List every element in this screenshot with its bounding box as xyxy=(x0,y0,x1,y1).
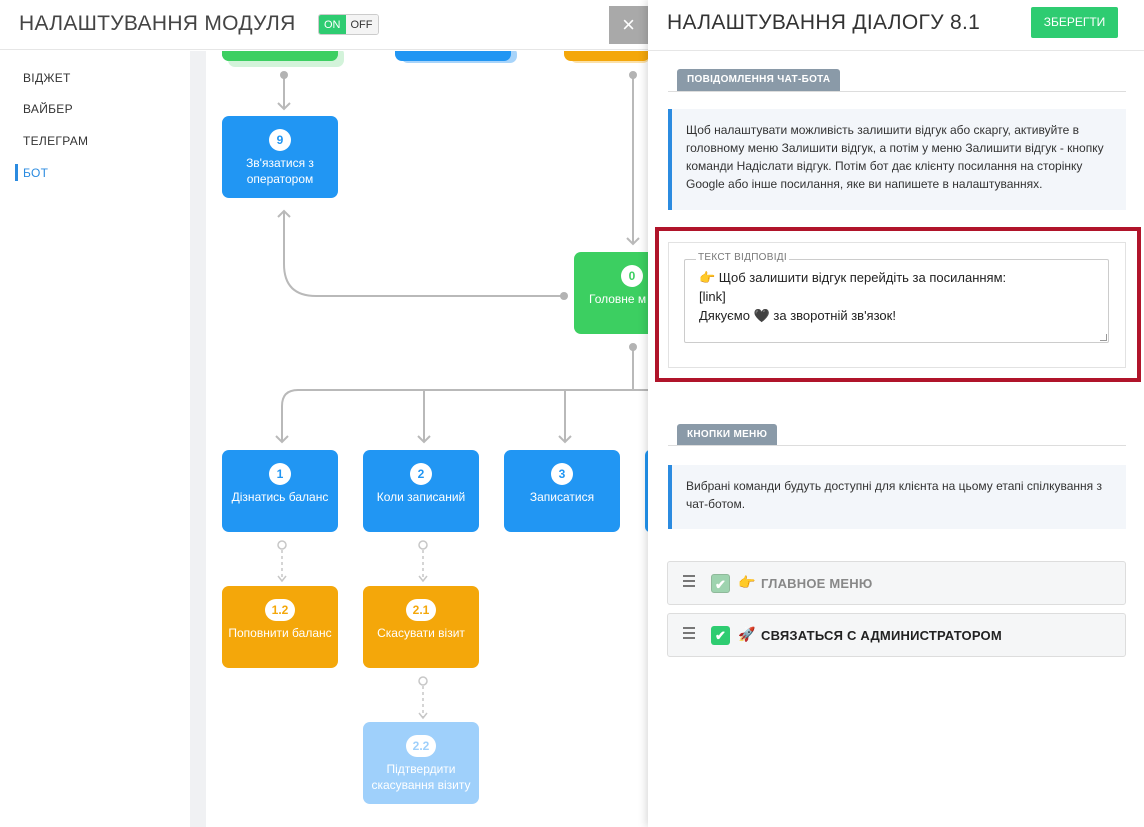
node-number: 2.1 xyxy=(406,599,436,621)
close-icon[interactable]: × xyxy=(609,6,648,44)
section-tab-message: ПОВІДОМЛЕННЯ ЧАТ-БОТА xyxy=(677,69,841,91)
reply-textarea[interactable]: 👉 Щоб залишити відгук перейдіть за посил… xyxy=(684,259,1109,343)
node-number: 9 xyxy=(269,129,291,151)
app-header: НАЛАШТУВАННЯ МОДУЛЯ ON OFF xyxy=(0,0,648,50)
node-label: Дізнатись баланс xyxy=(231,490,329,504)
info-box-message: Щоб налаштувати можливість залишити відг… xyxy=(668,109,1126,210)
checkbox-icon[interactable]: ✔ xyxy=(711,574,730,593)
node-label: Головне м xyxy=(589,292,647,306)
sidebar-active-indicator xyxy=(15,164,18,181)
save-button[interactable]: ЗБЕРЕГТИ xyxy=(1031,7,1118,38)
node-label: Скасувати візит xyxy=(377,626,465,640)
flow-node-2-2[interactable]: 2.2 Підтвердити скасування візиту xyxy=(363,722,485,810)
info-box-menu: Вибрані команди будуть доступні для кліє… xyxy=(668,465,1126,529)
menu-item-label: СВЯЗАТЬСЯ С АДМИНИСТРАТОРОМ xyxy=(761,628,1002,643)
resize-handle-icon[interactable] xyxy=(1100,334,1107,341)
node-number: 0 xyxy=(621,265,643,287)
node-label: Поповнити баланс xyxy=(228,626,332,640)
reply-line: Дякуємо 🖤 за зворотній зв'язок! xyxy=(699,308,896,323)
reply-line: [link] xyxy=(699,289,726,304)
flow-node-2[interactable]: 2 Коли записаний xyxy=(363,450,485,538)
node-label: Коли записаний xyxy=(376,490,466,504)
flow-node-1[interactable]: 1 Дізнатись баланс xyxy=(222,450,344,538)
drag-handle-icon[interactable] xyxy=(683,575,695,589)
divider xyxy=(648,50,1144,51)
node-label: Підтвердити скасування візиту xyxy=(371,762,471,792)
flow-node-9[interactable]: 9 Зв'язатися з оператором xyxy=(222,116,344,204)
dialog-settings-panel: НАЛАШТУВАННЯ ДІАЛОГУ 8.1 ЗБЕРЕГТИ ПОВІДО… xyxy=(648,0,1144,827)
node-number: 2 xyxy=(410,463,432,485)
page-title: НАЛАШТУВАННЯ МОДУЛЯ xyxy=(19,12,296,35)
node-number: 1.2 xyxy=(265,599,295,621)
section-tab-menu: КНОПКИ МЕНЮ xyxy=(677,424,778,446)
divider xyxy=(668,91,1126,92)
node-label: Записатися xyxy=(529,490,595,504)
node-number: 2.2 xyxy=(406,735,436,757)
divider xyxy=(668,445,1126,446)
panel-title: НАЛАШТУВАННЯ ДІАЛОГУ 8.1 xyxy=(667,11,981,34)
reply-legend: ТЕКСТ ВІДПОВІДІ xyxy=(696,252,789,263)
toggle-off[interactable]: OFF xyxy=(345,15,378,34)
menu-item-main[interactable]: ✔ 👉 ГЛАВНОЕ МЕНЮ xyxy=(667,561,1126,605)
drag-handle-icon[interactable] xyxy=(683,627,695,641)
node-number: 1 xyxy=(269,463,291,485)
checkbox-icon[interactable]: ✔ xyxy=(711,626,730,645)
node-label: Зв'язатися з оператором xyxy=(246,156,314,186)
reply-line: 👉 Щоб залишити відгук перейдіть за посил… xyxy=(699,270,1007,285)
flow-node-1-2[interactable]: 1.2 Поповнити баланс xyxy=(222,586,344,674)
sidebar-item-telegram[interactable]: ТЕЛЕГРАМ xyxy=(23,134,88,148)
sidebar-item-bot[interactable]: БОТ xyxy=(23,166,48,180)
menu-item-label: ГЛАВНОЕ МЕНЮ xyxy=(761,576,873,591)
pointing-hand-icon: 👉 xyxy=(738,574,756,590)
flow-node-3[interactable]: 3 Записатися xyxy=(504,450,626,538)
flow-canvas[interactable]: 9 Зв'язатися з оператором 0 Головне м 1 … xyxy=(206,51,648,827)
sidebar-divider xyxy=(190,51,206,827)
menu-item-admin[interactable]: ✔ 🚀 СВЯЗАТЬСЯ С АДМИНИСТРАТОРОМ xyxy=(667,613,1126,657)
module-toggle[interactable]: ON OFF xyxy=(318,14,379,35)
sidebar-item-widget[interactable]: ВІДЖЕТ xyxy=(23,71,71,85)
sidebar: ВІДЖЕТ ВАЙБЕР ТЕЛЕГРАМ БОТ xyxy=(0,51,190,827)
toggle-on[interactable]: ON xyxy=(319,15,346,34)
flow-node-0[interactable]: 0 Головне м xyxy=(574,252,648,340)
flow-node-2-1[interactable]: 2.1 Скасувати візит xyxy=(363,586,485,674)
node-number: 3 xyxy=(551,463,573,485)
sidebar-item-viber[interactable]: ВАЙБЕР xyxy=(23,102,73,116)
rocket-icon: 🚀 xyxy=(738,626,756,642)
